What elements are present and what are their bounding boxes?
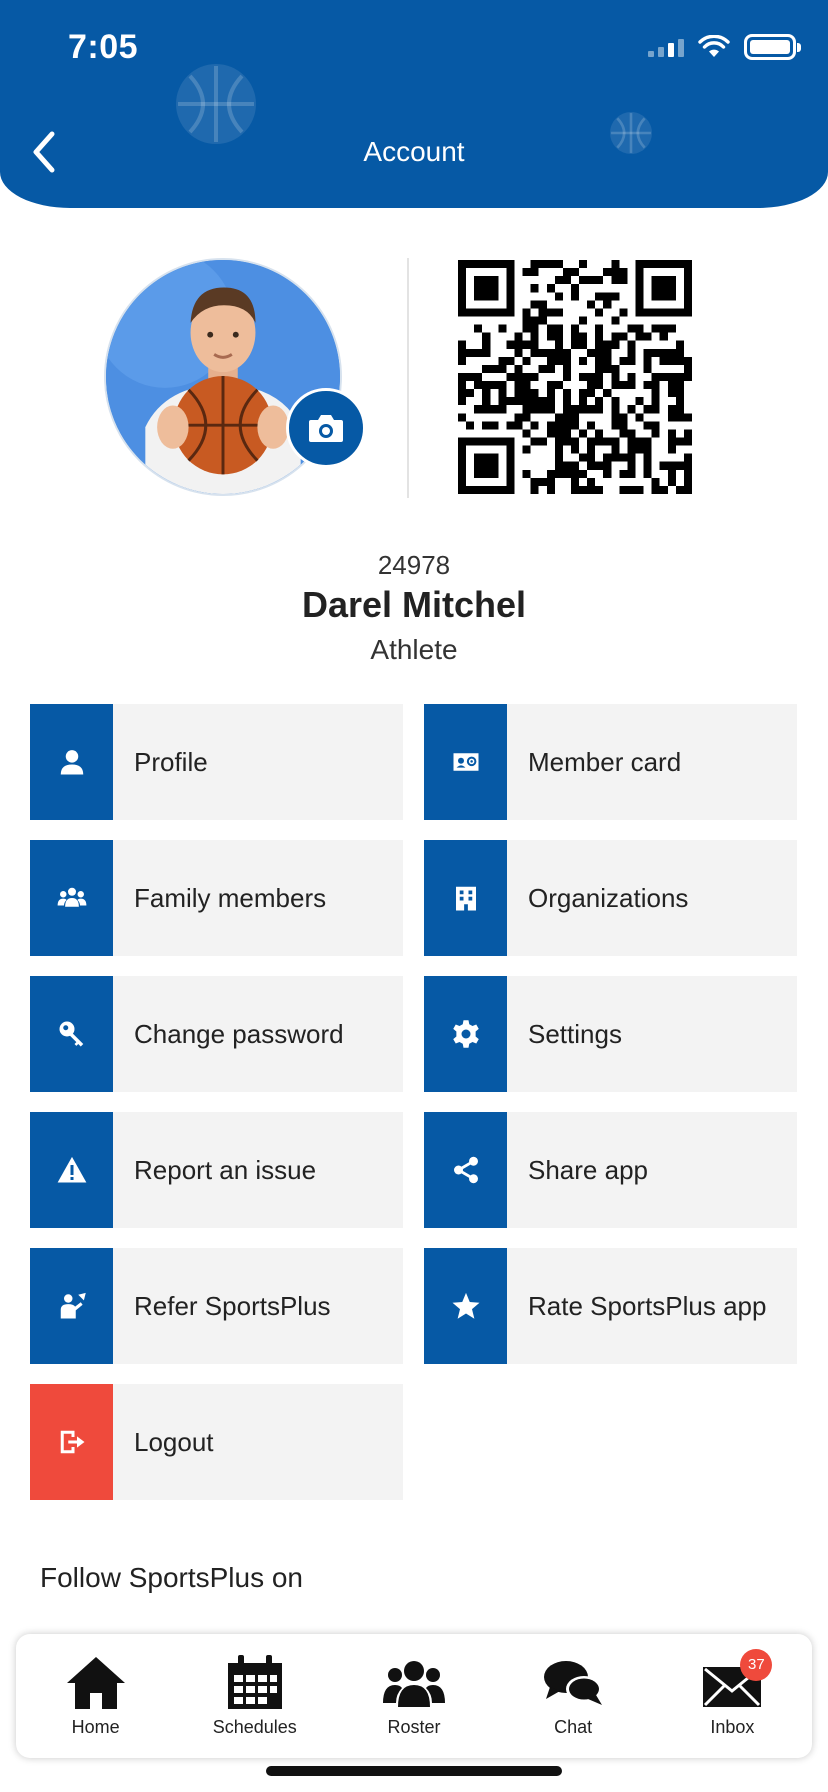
bottom-tab-bar: Home Schedules Roster Chat 37 Inbox (16, 1634, 812, 1758)
menu-report-issue-button[interactable]: Report an issue (30, 1112, 403, 1228)
tab-inbox[interactable]: 37 Inbox (662, 1648, 802, 1738)
menu-profile-button[interactable]: Profile (30, 704, 403, 820)
home-indicator (266, 1766, 562, 1776)
menu-change-password-button[interactable]: Change password (30, 976, 403, 1092)
family-icon (30, 840, 113, 956)
member-id: 24978 (377, 550, 451, 580)
wifi-icon (698, 35, 730, 57)
tab-schedules-label: Schedules (212, 1716, 297, 1737)
menu-change-password-label: Change password (134, 1018, 344, 1049)
menu-settings-button[interactable]: Settings (424, 976, 797, 1092)
gear-icon (424, 976, 507, 1092)
menu-member-card-button[interactable]: Member card (424, 704, 797, 820)
tab-roster[interactable]: Roster (344, 1655, 484, 1738)
tab-home[interactable]: Home (26, 1655, 166, 1738)
status-icons (648, 34, 801, 60)
menu-rate-app-label: Rate SportsPlus app (528, 1290, 767, 1321)
qr-finder-pattern (635, 260, 692, 317)
menu-family-members-button[interactable]: Family members (30, 840, 403, 956)
inbox-badge: 37 (740, 1648, 773, 1681)
share-icon (424, 1112, 507, 1228)
tab-chat[interactable]: Chat (503, 1655, 643, 1738)
qr-finder-pattern (458, 437, 515, 494)
status-time: 7:05 (68, 28, 139, 66)
tab-home-label: Home (71, 1716, 120, 1737)
calendar-icon (227, 1654, 282, 1709)
menu-report-issue-label: Report an issue (134, 1154, 317, 1185)
battery-icon (744, 34, 801, 60)
chat-icon (544, 1660, 603, 1705)
menu-share-app-label: Share app (528, 1154, 648, 1185)
tab-roster-label: Roster (387, 1716, 441, 1737)
menu-refer-button[interactable]: Refer SportsPlus (30, 1248, 403, 1364)
tab-inbox-label: Inbox (710, 1716, 755, 1737)
member-role: Athlete (370, 634, 458, 665)
warning-icon (30, 1112, 113, 1228)
vertical-divider (407, 258, 409, 498)
home-icon (66, 1656, 125, 1709)
follow-heading: Follow SportsPlus on (40, 1562, 304, 1593)
profile-photo-section (104, 258, 366, 496)
tab-schedules[interactable]: Schedules (185, 1654, 325, 1738)
app-header: 7:05 Account (0, 0, 828, 208)
menu-member-card-label: Member card (528, 746, 682, 777)
logout-icon (30, 1384, 113, 1500)
menu-organizations-button[interactable]: Organizations (424, 840, 797, 956)
tab-chat-label: Chat (554, 1716, 593, 1737)
menu-share-app-button[interactable]: Share app (424, 1112, 797, 1228)
change-photo-button[interactable] (286, 388, 366, 468)
member-name: Darel Mitchel (301, 584, 527, 625)
star-icon (424, 1248, 507, 1364)
refer-icon (30, 1248, 113, 1364)
menu-family-members-label: Family members (134, 882, 327, 913)
member-qr-code (458, 260, 692, 494)
page-title: Account (363, 136, 465, 167)
menu-profile-label: Profile (134, 746, 208, 777)
qr-finder-pattern (458, 260, 515, 317)
user-icon (30, 704, 113, 820)
menu-rate-app-button[interactable]: Rate SportsPlus app (424, 1248, 797, 1364)
menu-refer-label: Refer SportsPlus (134, 1290, 331, 1321)
key-icon (30, 976, 113, 1092)
group-icon (382, 1660, 445, 1707)
building-icon (424, 840, 507, 956)
basketball-decoration-icon (176, 64, 256, 144)
menu-logout-button[interactable]: Logout (30, 1384, 403, 1500)
camera-icon (309, 415, 343, 442)
cellular-signal-icon (648, 37, 684, 57)
member-card-icon (424, 704, 507, 820)
menu-organizations-label: Organizations (528, 882, 689, 913)
menu-logout-label: Logout (134, 1426, 214, 1457)
menu-settings-label: Settings (528, 1018, 622, 1049)
